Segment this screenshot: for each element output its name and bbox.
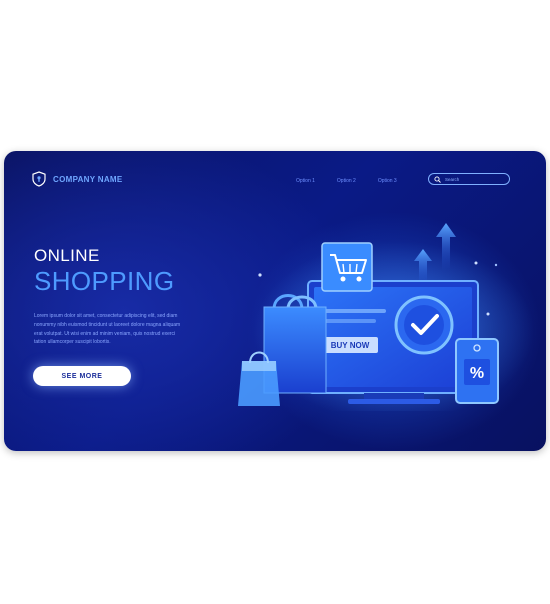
discount-symbol: % xyxy=(470,365,484,382)
nav-option-2[interactable]: Option 2 xyxy=(337,178,356,184)
buy-now-label: BUY NOW xyxy=(331,341,370,350)
landing-page-card: COMPANY NAME Option 1 Option 2 Option 3 … xyxy=(4,151,546,451)
nav-option-1[interactable]: Option 1 xyxy=(296,178,315,184)
hero-description-line: tation ullamcorper suscipit lobortis. xyxy=(34,339,111,346)
see-more-button[interactable]: SEE MORE xyxy=(33,366,131,386)
top-nav: Option 1 Option 2 Option 3 xyxy=(296,178,397,184)
hero-description-line: Lorem ipsum dolor sit amet, consectetur … xyxy=(34,313,178,319)
nav-option-3[interactable]: Option 3 xyxy=(378,178,397,184)
shield-lock-icon xyxy=(32,171,46,187)
hero-title-line2: SHOPPING xyxy=(34,266,175,296)
cart-icon xyxy=(321,242,373,292)
price-tag-icon: % xyxy=(455,338,499,404)
company-name: COMPANY NAME xyxy=(53,174,123,184)
search-placeholder: Search xyxy=(445,176,460,182)
buy-now-button: BUY NOW xyxy=(322,337,378,353)
hero-title-line1: ONLINE xyxy=(34,246,100,265)
check-badge-icon xyxy=(394,295,454,355)
search-icon xyxy=(434,170,441,188)
hero-description: Lorem ipsum dolor sit amet, consectetur … xyxy=(34,312,224,347)
hero-description-line: nonummy nibh euismod tincidunt ut laoree… xyxy=(34,321,181,328)
logo[interactable]: COMPANY NAME xyxy=(32,171,123,187)
shopping-bag-icon xyxy=(238,294,327,406)
hero-description-line: erat volutpat. Ut wisi enim ad minim ven… xyxy=(34,330,176,337)
search-input[interactable]: Search xyxy=(428,173,510,185)
shopping-illustration: BUY NOW % xyxy=(238,223,534,411)
